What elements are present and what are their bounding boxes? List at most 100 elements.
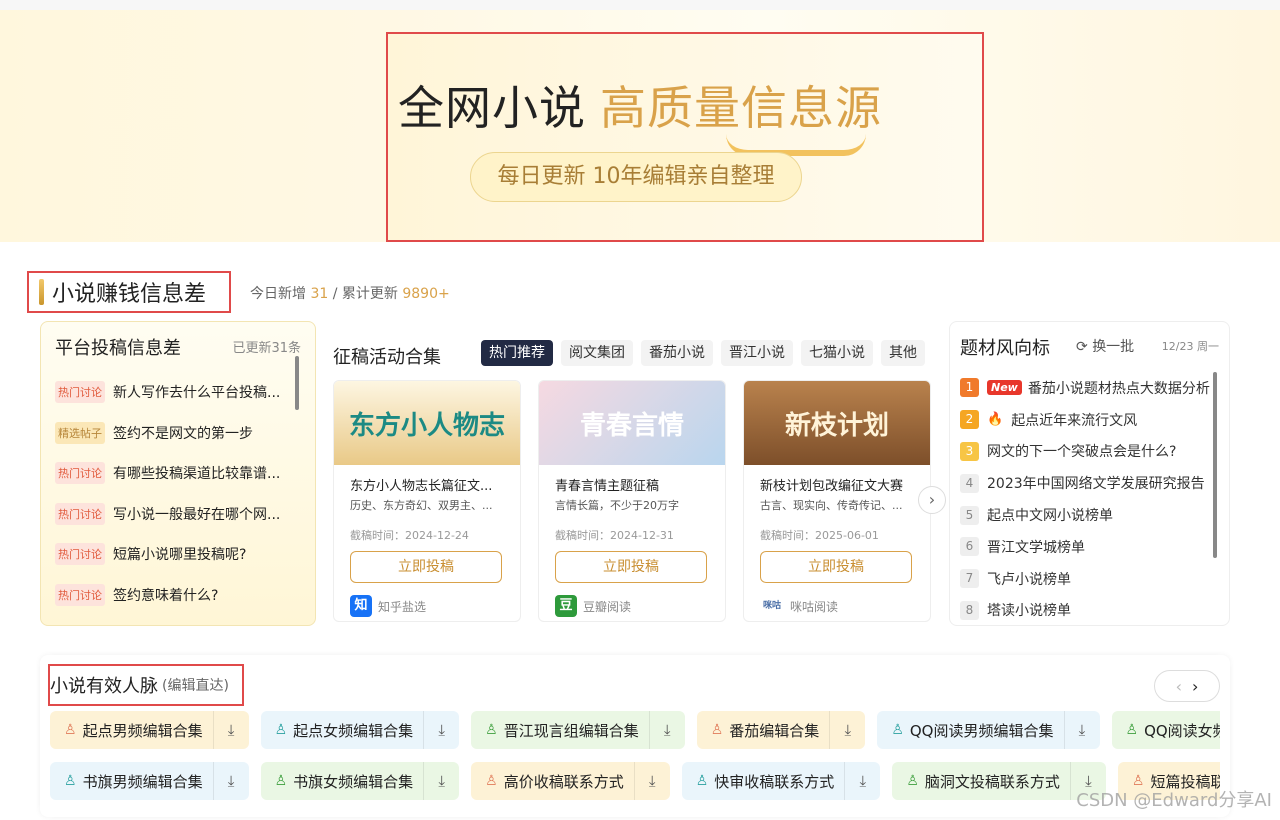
list-item-text: 签约不是网文的第一步	[113, 425, 253, 442]
chevron-left-icon[interactable]: ‹	[1176, 677, 1182, 696]
total-count: 9890+	[402, 286, 450, 302]
trend-text: 飞卢小说榜单	[987, 571, 1071, 588]
scrollbar[interactable]	[1213, 372, 1217, 558]
contacts-row-1: ♙ 起点男频编辑合集 ⤓ ♙ 起点女频编辑合集 ⤓ ♙ 晋江现言组编辑合集 ⤓ ♙ 番茄编辑合…	[50, 711, 1220, 749]
section-title: 小说赚钱信息差	[52, 282, 207, 307]
contact-chip[interactable]: ♙ 起点女频编辑合集 ⤓	[260, 711, 460, 749]
hero-pill: 每日更新 10年编辑亲自整理	[470, 152, 802, 202]
contact-chip[interactable]: ♙ 起点男频编辑合集 ⤓	[50, 711, 249, 749]
promo-image: 青春言情	[539, 381, 725, 465]
download-icon[interactable]: ⤓	[829, 711, 865, 749]
trend-item[interactable]: 4 2023年中国网络文学发展研究报告	[960, 467, 1210, 499]
contact-chip[interactable]: ♙ 书旗女频编辑合集 ⤓	[260, 762, 460, 800]
trend-item[interactable]: 1 New 番茄小说题材热点大数据分析	[960, 372, 1210, 404]
watermark: CSDN @Edward分享AI	[1076, 790, 1272, 811]
contact-chip[interactable]: ♙ 快审收稿联系方式 ⤓	[681, 762, 881, 800]
user-icon: ♙	[891, 722, 904, 738]
rank-badge: 2	[960, 410, 979, 430]
download-icon[interactable]: ⤓	[423, 711, 459, 749]
trend-text: 2023年中国网络文学发展研究报告	[987, 476, 1205, 493]
hero-title-main: 全网小说	[398, 81, 586, 135]
tab-fanqie[interactable]: 番茄小说	[641, 340, 713, 366]
list-item[interactable]: 精选帖子 签约不是网文的第一步	[55, 413, 303, 454]
user-icon: ♙	[274, 722, 288, 738]
trend-item[interactable]: 6 晋江文学城榜单	[960, 531, 1210, 563]
rank-badge: 6	[960, 537, 979, 557]
chip-label: QQ阅读男频编辑合集	[909, 721, 1054, 740]
download-icon[interactable]: ⤓	[212, 711, 249, 749]
promo-deadline: 截稿时间：2025-06-01	[760, 529, 879, 542]
rank-badge: 8	[960, 600, 979, 620]
list-item[interactable]: 热门讨论 签约意味着什么?	[55, 575, 303, 616]
submit-button[interactable]: 立即投稿	[760, 551, 912, 583]
carousel-arrows: ‹ ›	[1154, 670, 1220, 702]
trend-item[interactable]: 8 塔读小说榜单	[960, 595, 1210, 627]
submit-button[interactable]: 立即投稿	[555, 551, 707, 583]
source-name: 知乎盐选	[378, 599, 427, 614]
download-icon[interactable]: ⤓	[844, 762, 880, 800]
download-icon[interactable]: ⤓	[648, 711, 685, 749]
user-icon: ♙	[485, 773, 498, 789]
chip-label: 高价收稿联系方式	[503, 772, 624, 791]
chip-label: 番茄编辑合集	[729, 721, 820, 740]
platform-card-title: 平台投稿信息差	[55, 338, 181, 359]
download-icon[interactable]: ⤓	[633, 762, 670, 800]
contact-chip[interactable]: ♙QQ阅读女频编辑合集⤓	[1111, 711, 1220, 749]
zhihu-icon: 知	[350, 595, 372, 617]
download-icon[interactable]: ⤓	[212, 762, 249, 800]
source-name: 咪咕阅读	[790, 599, 839, 614]
tab-yuewen[interactable]: 阅文集团	[561, 340, 633, 366]
contact-chip[interactable]: ♙ 晋江现言组编辑合集 ⤓	[471, 711, 685, 749]
list-item[interactable]: 热门讨论 有哪些投稿渠道比较靠谱...	[55, 453, 303, 494]
chevron-right-icon[interactable]: ›	[918, 486, 946, 514]
source-name: 豆瓣阅读	[583, 599, 632, 614]
tab-hot[interactable]: 热门推荐	[481, 340, 553, 366]
tab-jinjiang[interactable]: 晋江小说	[721, 340, 793, 366]
download-icon[interactable]: ⤓	[1063, 711, 1100, 749]
tag-badge: 热门讨论	[55, 381, 105, 404]
trend-text: 晋江文学城榜单	[987, 539, 1085, 556]
promo-card[interactable]: 新枝计划 新枝计划包改编征文大赛 古言、现实向、传奇传记、... 截稿时间：20…	[743, 380, 931, 622]
list-item-text: 签约意味着什么?	[113, 587, 219, 604]
promo-card[interactable]: 青春言情 青春言情主题征稿 言情长篇，不少于20万字 截稿时间：2024-12-…	[538, 380, 726, 622]
list-item-text: 短篇小说哪里投稿呢?	[113, 547, 247, 564]
trend-item[interactable]: 5 起点中文网小说榜单	[960, 499, 1210, 531]
contact-chip[interactable]: ♙ 高价收稿联系方式 ⤓	[471, 762, 670, 800]
new-badge: New	[987, 380, 1022, 396]
trend-item[interactable]: 3 网文的下一个突破点会是什么?	[960, 436, 1210, 468]
promo-card[interactable]: 东方小人物志 东方小人物志长篇征文... 历史、东方奇幻、双男主、... 截稿时…	[333, 380, 521, 622]
list-item-text: 写小说一般最好在哪个网...	[113, 506, 281, 523]
trend-text: 番茄小说题材热点大数据分析	[1027, 380, 1210, 397]
contact-chip[interactable]: ♙ 书旗男频编辑合集 ⤓	[50, 762, 249, 800]
chip-label: 起点男频编辑合集	[82, 721, 203, 740]
tab-qimao[interactable]: 七猫小说	[801, 340, 873, 366]
list-item[interactable]: 热门讨论 短篇小说哪里投稿呢?	[55, 534, 303, 575]
contact-chip[interactable]: ♙ QQ阅读男频编辑合集 ⤓	[877, 711, 1100, 749]
trend-item[interactable]: 2 🔥 起点近年来流行文风	[960, 404, 1210, 436]
user-icon: ♙	[1125, 722, 1139, 738]
list-item[interactable]: 热门讨论 写小说一般最好在哪个网...	[55, 494, 303, 535]
submit-button[interactable]: 立即投稿	[350, 551, 502, 583]
heading-bar-icon	[39, 279, 44, 305]
promo-subtitle: 古言、现实向、传奇传记、...	[760, 499, 903, 512]
tab-other[interactable]: 其他	[881, 340, 925, 366]
hero-banner: 全网小说 高质量信息源 每日更新 10年编辑亲自整理	[0, 10, 1280, 242]
collect-title: 征稿活动合集	[333, 347, 441, 368]
platform-updated: 已更新31条	[232, 341, 301, 356]
platform-list: 热门讨论 新人写作去什么平台投稿... 精选帖子 签约不是网文的第一步 热门讨论 有哪…	[55, 372, 303, 615]
hero-title: 全网小说 高质量信息源	[398, 72, 882, 138]
swap-label: 换一批	[1092, 339, 1135, 355]
tag-badge: 热门讨论	[55, 462, 105, 485]
list-item[interactable]: 热门讨论 新人写作去什么平台投稿...	[55, 372, 303, 413]
douban-icon: 豆	[555, 595, 577, 617]
contact-chip[interactable]: ♙ 脑洞文投稿联系方式 ⤓	[892, 762, 1106, 800]
trend-list: 1 New 番茄小说题材热点大数据分析 2 🔥 起点近年来流行文风 3 网文的下一个突破点…	[960, 372, 1210, 626]
rank-badge: 4	[960, 473, 979, 493]
download-icon[interactable]: ⤓	[423, 762, 459, 800]
chevron-right-icon[interactable]: ›	[1192, 677, 1198, 696]
contact-chip[interactable]: ♙ 番茄编辑合集 ⤓	[696, 711, 866, 749]
swap-button[interactable]: ⟳ 换一批	[1076, 336, 1134, 356]
list-item-text: 新人写作去什么平台投稿...	[113, 385, 281, 402]
trend-item[interactable]: 7 飞卢小说榜单	[960, 563, 1210, 595]
contacts-panel: 小说有效人脉 (编辑直达) ‹ › ♙ 起点男频编辑合集 ⤓ ♙ 起点女频编辑合集 ⤓ …	[40, 655, 1230, 817]
